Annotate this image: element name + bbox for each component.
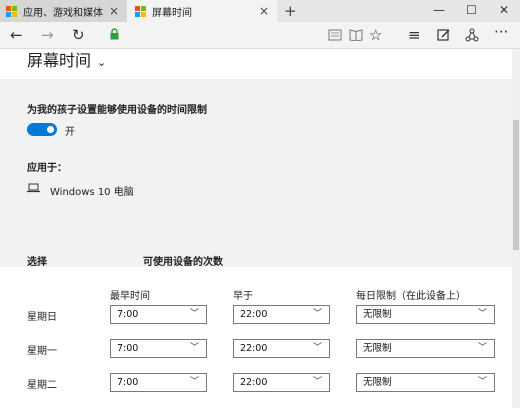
select-value: 22:00 — [240, 343, 268, 354]
col-times-header: 可使用设备的次数 — [143, 257, 223, 268]
reading-list-icon[interactable] — [328, 29, 342, 41]
before-header: 早于 — [233, 291, 253, 302]
chevron-down-icon: ﹀ — [477, 309, 487, 319]
daily-limit-select[interactable]: 无限制 ﹀ — [356, 339, 495, 358]
select-value: 7:00 — [117, 309, 139, 320]
chevron-down-icon: ﹀ — [312, 343, 322, 353]
select-value: 22:00 — [240, 309, 268, 320]
tab-bar: 应用、游戏和媒体 × 屏幕时间 × + — ☐ ✕ — [0, 0, 520, 22]
before-time-select[interactable]: 22:00 ﹀ — [233, 373, 330, 392]
more-icon[interactable]: ··· — [494, 23, 508, 41]
hub-icon[interactable]: ≡ — [408, 26, 421, 44]
earliest-time-select[interactable]: 7:00 ﹀ — [110, 339, 207, 358]
tab-label: 屏幕时间 — [152, 7, 192, 19]
chevron-down-icon: ﹀ — [189, 377, 199, 387]
time-limit-toggle[interactable] — [27, 123, 57, 136]
minimize-button[interactable]: — — [433, 3, 445, 17]
tab-screen-time[interactable]: 屏幕时间 × — [127, 0, 277, 22]
before-time-select[interactable]: 22:00 ﹀ — [233, 339, 330, 358]
maximize-button[interactable]: ☐ — [466, 3, 477, 17]
chevron-down-icon: ﹀ — [477, 343, 487, 353]
select-value: 无限制 — [363, 343, 392, 354]
chevron-down-icon: ﹀ — [477, 377, 487, 387]
microsoft-logo-icon — [6, 5, 17, 17]
daily-limit-select[interactable]: 无限制 ﹀ — [356, 305, 495, 324]
chevron-down-icon: ﹀ — [189, 343, 199, 353]
day-label: 星期日 — [27, 312, 57, 323]
toggle-state-label: 开 — [65, 127, 75, 138]
select-value: 22:00 — [240, 377, 268, 388]
select-value: 无限制 — [363, 377, 392, 388]
earliest-time-select[interactable]: 7:00 ﹀ — [110, 305, 207, 324]
tab-label: 应用、游戏和媒体 — [23, 7, 103, 19]
back-arrow-icon[interactable]: ← — [10, 26, 23, 44]
daily-limit-select[interactable]: 无限制 ﹀ — [356, 373, 495, 392]
limit-heading: 为我的孩子设置能够使用设备的时间限制 — [27, 105, 207, 116]
day-label: 星期一 — [27, 346, 57, 357]
refresh-icon[interactable]: ↻ — [72, 26, 85, 44]
chevron-down-icon: ﹀ — [312, 377, 322, 387]
web-note-icon[interactable] — [437, 28, 451, 42]
device-name: Windows 10 电脑 — [50, 187, 134, 198]
applies-to-label: 应用于： — [27, 163, 67, 174]
scrollbar-thumb[interactable] — [513, 120, 519, 250]
laptop-icon — [27, 183, 40, 193]
select-value: 7:00 — [117, 343, 139, 354]
select-value: 7:00 — [117, 377, 139, 388]
new-tab-icon[interactable]: + — [284, 2, 297, 20]
close-tab-icon[interactable]: × — [109, 4, 119, 18]
forward-arrow-icon[interactable]: → — [41, 26, 54, 44]
close-tab-icon[interactable]: × — [259, 4, 269, 18]
share-icon[interactable] — [465, 28, 479, 42]
lock-icon — [110, 28, 119, 40]
earliest-time-select[interactable]: 7:00 ﹀ — [110, 373, 207, 392]
col-select-header: 选择 — [27, 257, 47, 268]
chevron-down-icon: ﹀ — [189, 309, 199, 319]
earliest-time-header: 最早时间 — [110, 291, 150, 302]
select-value: 无限制 — [363, 309, 392, 320]
before-time-select[interactable]: 22:00 ﹀ — [233, 305, 330, 324]
close-window-button[interactable]: ✕ — [499, 3, 509, 17]
tab-apps-games-media[interactable]: 应用、游戏和媒体 × — [0, 0, 127, 22]
star-icon[interactable]: ☆ — [369, 26, 382, 44]
day-label: 星期二 — [27, 380, 57, 391]
page-title-text: 屏幕时间 — [27, 51, 92, 70]
page-content: 屏幕时间 ⌄ 为我的孩子设置能够使用设备的时间限制 开 应用于： Windows … — [0, 49, 512, 408]
reading-view-icon[interactable] — [349, 29, 363, 41]
chevron-down-icon: ⌄ — [97, 56, 107, 69]
chevron-down-icon: ﹀ — [312, 309, 322, 319]
toggle-knob — [47, 126, 54, 133]
daily-limit-header: 每日限制（在此设备上） — [356, 291, 466, 302]
page-title[interactable]: 屏幕时间 ⌄ — [27, 49, 106, 75]
browser-toolbar: ← → ↻ ☆ ≡ ··· — [0, 22, 520, 49]
microsoft-logo-icon — [135, 5, 146, 17]
